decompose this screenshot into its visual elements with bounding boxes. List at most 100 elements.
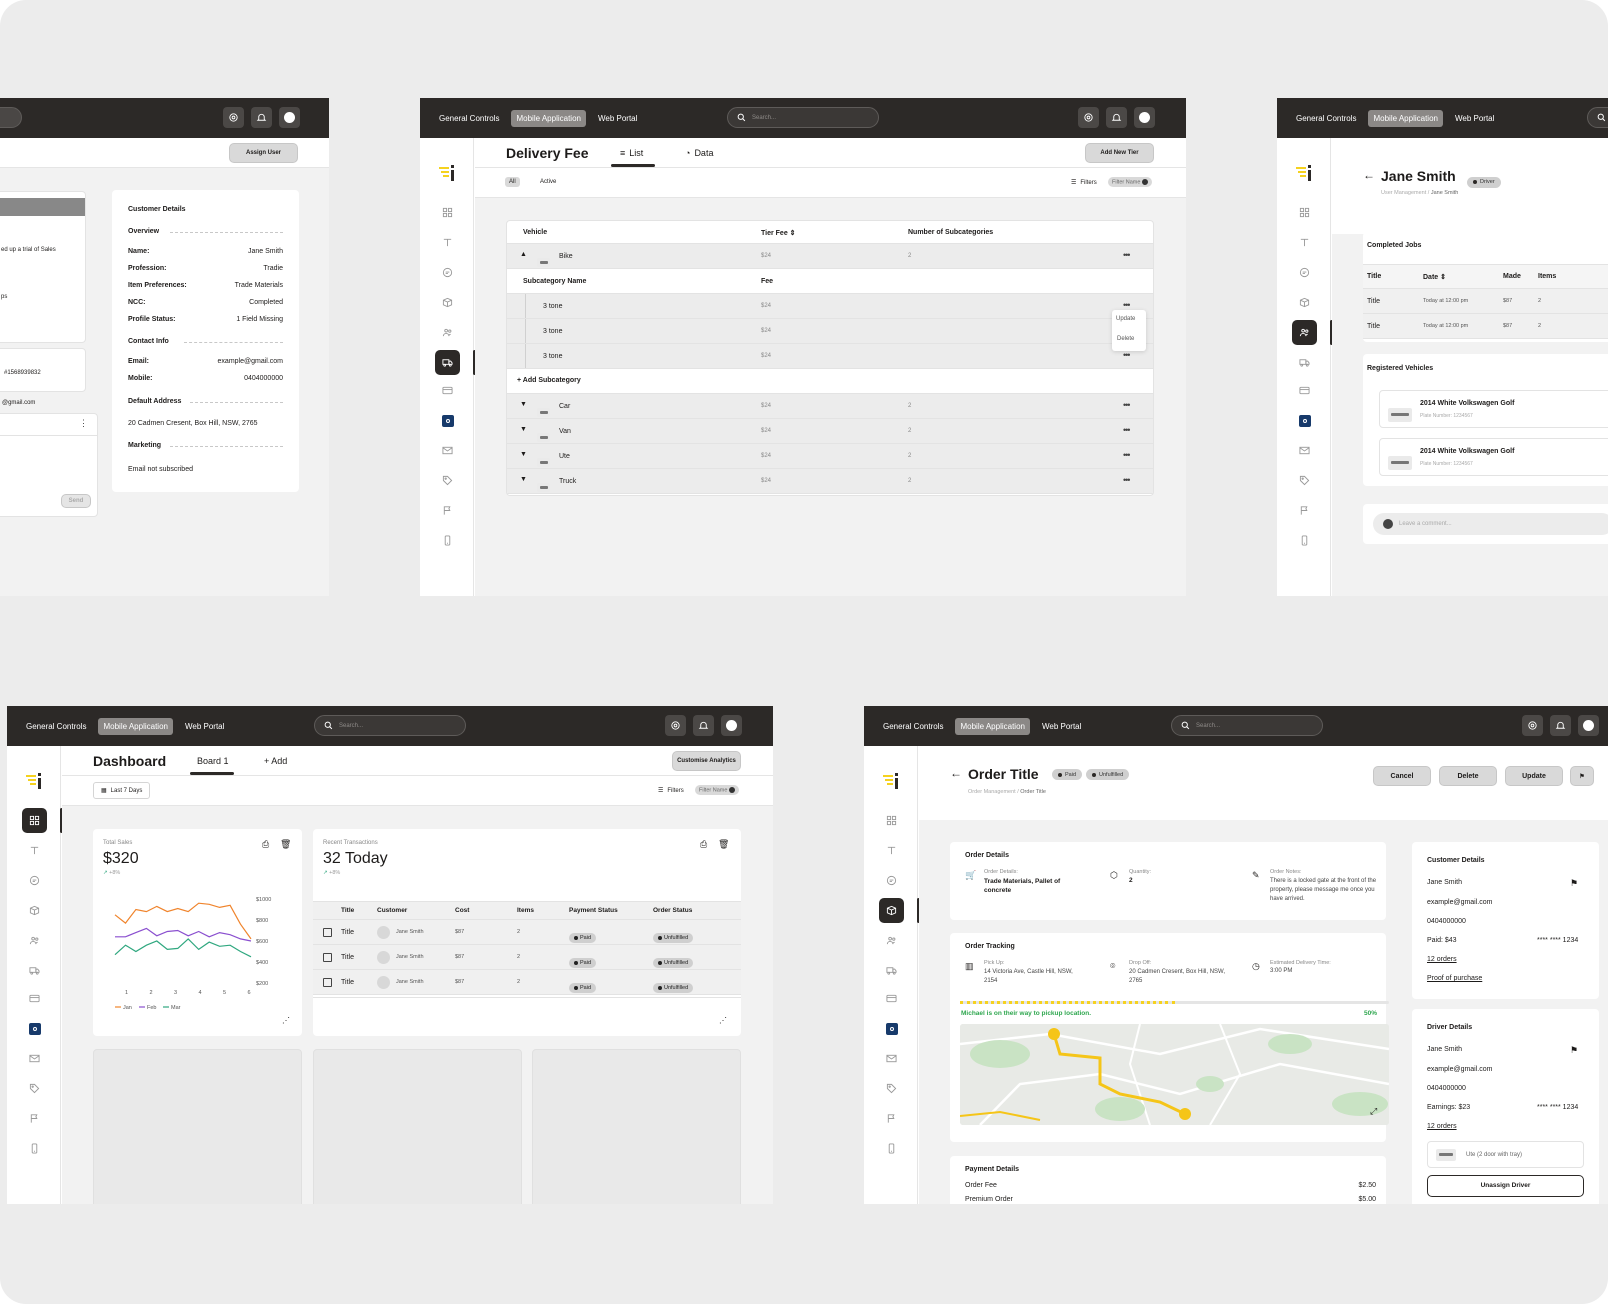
sort-icon[interactable]: ⇕	[1440, 274, 1446, 281]
settings-icon[interactable]	[1078, 107, 1099, 128]
subcategory-row[interactable]: 3 tone$24•••	[507, 319, 1153, 344]
mail-icon[interactable]	[1292, 438, 1317, 463]
chat-icon[interactable]	[22, 868, 47, 893]
mail-icon[interactable]	[22, 1046, 47, 1071]
phone-icon[interactable]	[1292, 528, 1317, 553]
table-row[interactable]: Title Jane Smith $87 2 Paid Unfulfilled	[313, 945, 741, 970]
tab-add[interactable]: + Add	[264, 756, 287, 766]
table-row-vehicle[interactable]: ▼ Truck $24 2 •••	[507, 469, 1153, 494]
expand-icon[interactable]: ⤢	[1370, 1106, 1377, 1117]
bell-icon[interactable]	[251, 107, 272, 128]
nav-general-controls[interactable]: General Controls	[434, 110, 504, 127]
type-icon[interactable]	[879, 838, 904, 863]
cancel-button[interactable]: Cancel	[1373, 766, 1431, 786]
truck-icon[interactable]	[435, 350, 460, 375]
sort-icon[interactable]: ⇕	[790, 230, 796, 237]
resize-icon[interactable]: ⋰	[719, 1016, 727, 1025]
users-icon[interactable]	[22, 928, 47, 953]
grid-icon[interactable]	[435, 200, 460, 225]
update-button[interactable]: Update	[1505, 766, 1563, 786]
more-icon[interactable]: •••	[1123, 300, 1131, 310]
trash-icon[interactable]: 🗑	[280, 839, 291, 850]
more-icon[interactable]: •••	[1123, 425, 1131, 435]
nav-web-portal[interactable]: Web Portal	[1450, 110, 1499, 127]
flag-icon[interactable]	[1292, 498, 1317, 523]
more-icon[interactable]: ⋮	[79, 418, 88, 429]
chat-icon[interactable]	[1292, 260, 1317, 285]
assign-user-button[interactable]: Assign User	[229, 143, 298, 163]
search-input[interactable]	[0, 107, 22, 128]
nav-mobile-application[interactable]: Mobile Application	[955, 717, 1030, 735]
nav-web-portal[interactable]: Web Portal	[180, 718, 229, 735]
more-icon[interactable]: •••	[1123, 400, 1131, 410]
nav-mobile-application[interactable]: Mobile Application	[511, 109, 586, 127]
chat-icon[interactable]	[435, 260, 460, 285]
type-icon[interactable]	[435, 230, 460, 255]
expand-icon[interactable]: ▼	[520, 451, 527, 458]
avatar[interactable]	[721, 715, 742, 736]
card-icon[interactable]	[1292, 378, 1317, 403]
search-input[interactable]: Search...	[1171, 715, 1323, 736]
table-row[interactable]: Title Jane Smith $87 2 Paid Unfulfilled	[313, 920, 741, 945]
flag-icon[interactable]	[435, 498, 460, 523]
tag-icon[interactable]	[22, 1076, 47, 1101]
filter-chip[interactable]: Filter Name	[1108, 177, 1152, 188]
phone-icon[interactable]	[22, 1136, 47, 1161]
type-icon[interactable]	[1292, 230, 1317, 255]
proof-of-purchase-link[interactable]: Proof of purchase	[1427, 975, 1482, 982]
add-new-tier-button[interactable]: Add New Tier	[1085, 143, 1154, 163]
tab-list[interactable]: ≡ List	[620, 148, 643, 158]
mail-icon[interactable]	[879, 1046, 904, 1071]
delete-button[interactable]: Delete	[1439, 766, 1497, 786]
column-header-date[interactable]: Date ⇕	[1423, 273, 1446, 281]
nav-web-portal[interactable]: Web Portal	[593, 110, 642, 127]
row-checkbox[interactable]	[323, 928, 332, 937]
table-row[interactable]: Title Today at 12:00 pm $87 2	[1363, 314, 1608, 339]
box-icon[interactable]	[435, 290, 460, 315]
app-icon[interactable]	[435, 408, 460, 433]
nav-mobile-application[interactable]: Mobile Application	[98, 717, 173, 735]
unassign-driver-button[interactable]: Unassign Driver	[1427, 1175, 1584, 1197]
email-link[interactable]: @gmail.com	[2, 400, 35, 406]
settings-icon[interactable]	[223, 107, 244, 128]
bell-icon[interactable]	[693, 715, 714, 736]
back-arrow-icon[interactable]: ←	[950, 766, 962, 780]
filters-button[interactable]: ☰ Filters	[658, 787, 684, 795]
flag-icon[interactable]: ⚑	[1570, 1045, 1578, 1056]
tab-data[interactable]: ◔ Data	[685, 148, 713, 158]
card-icon[interactable]	[22, 986, 47, 1011]
nav-general-controls[interactable]: General Controls	[878, 718, 948, 735]
mail-icon[interactable]	[435, 438, 460, 463]
grid-icon[interactable]	[22, 808, 47, 833]
grid-icon[interactable]	[879, 808, 904, 833]
card-icon[interactable]	[435, 378, 460, 403]
export-icon[interactable]: ⎙	[262, 839, 269, 850]
row-checkbox[interactable]	[323, 953, 332, 962]
resize-icon[interactable]: ⋰	[282, 1016, 290, 1025]
avatar[interactable]	[1578, 715, 1599, 736]
truck-icon[interactable]	[879, 958, 904, 983]
box-icon[interactable]	[1292, 290, 1317, 315]
more-icon[interactable]: •••	[1123, 350, 1131, 360]
search-input[interactable]: Search...	[314, 715, 466, 736]
search-input[interactable]: Search...	[727, 107, 879, 128]
tag-icon[interactable]	[435, 468, 460, 493]
phone-icon[interactable]	[879, 1136, 904, 1161]
table-row-vehicle[interactable]: ▼ Car $24 2 •••	[507, 394, 1153, 419]
comment-input[interactable]: Leave a comment...	[1399, 521, 1452, 527]
vehicle-card[interactable]: 2014 White Volkswagen Golf Plate Number: …	[1379, 390, 1608, 428]
back-arrow-icon[interactable]: ←	[1363, 168, 1375, 182]
type-icon[interactable]	[22, 838, 47, 863]
send-button[interactable]: Send	[61, 494, 91, 508]
table-row-bike[interactable]: ▲ Bike $24 2 •••	[507, 244, 1153, 269]
close-icon[interactable]	[728, 787, 735, 793]
table-row[interactable]: Title Today at 12:00 pm $87 2	[1363, 289, 1608, 314]
row-checkbox[interactable]	[323, 978, 332, 987]
nav-web-portal[interactable]: Web Portal	[1037, 718, 1086, 735]
tag-icon[interactable]	[879, 1076, 904, 1101]
avatar[interactable]	[279, 107, 300, 128]
trash-icon[interactable]: 🗑	[718, 839, 729, 850]
add-subcategory-button[interactable]: + Add Subcategory	[507, 369, 1153, 394]
tag-icon[interactable]	[1292, 468, 1317, 493]
nav-mobile-application[interactable]: Mobile Application	[1368, 109, 1443, 127]
